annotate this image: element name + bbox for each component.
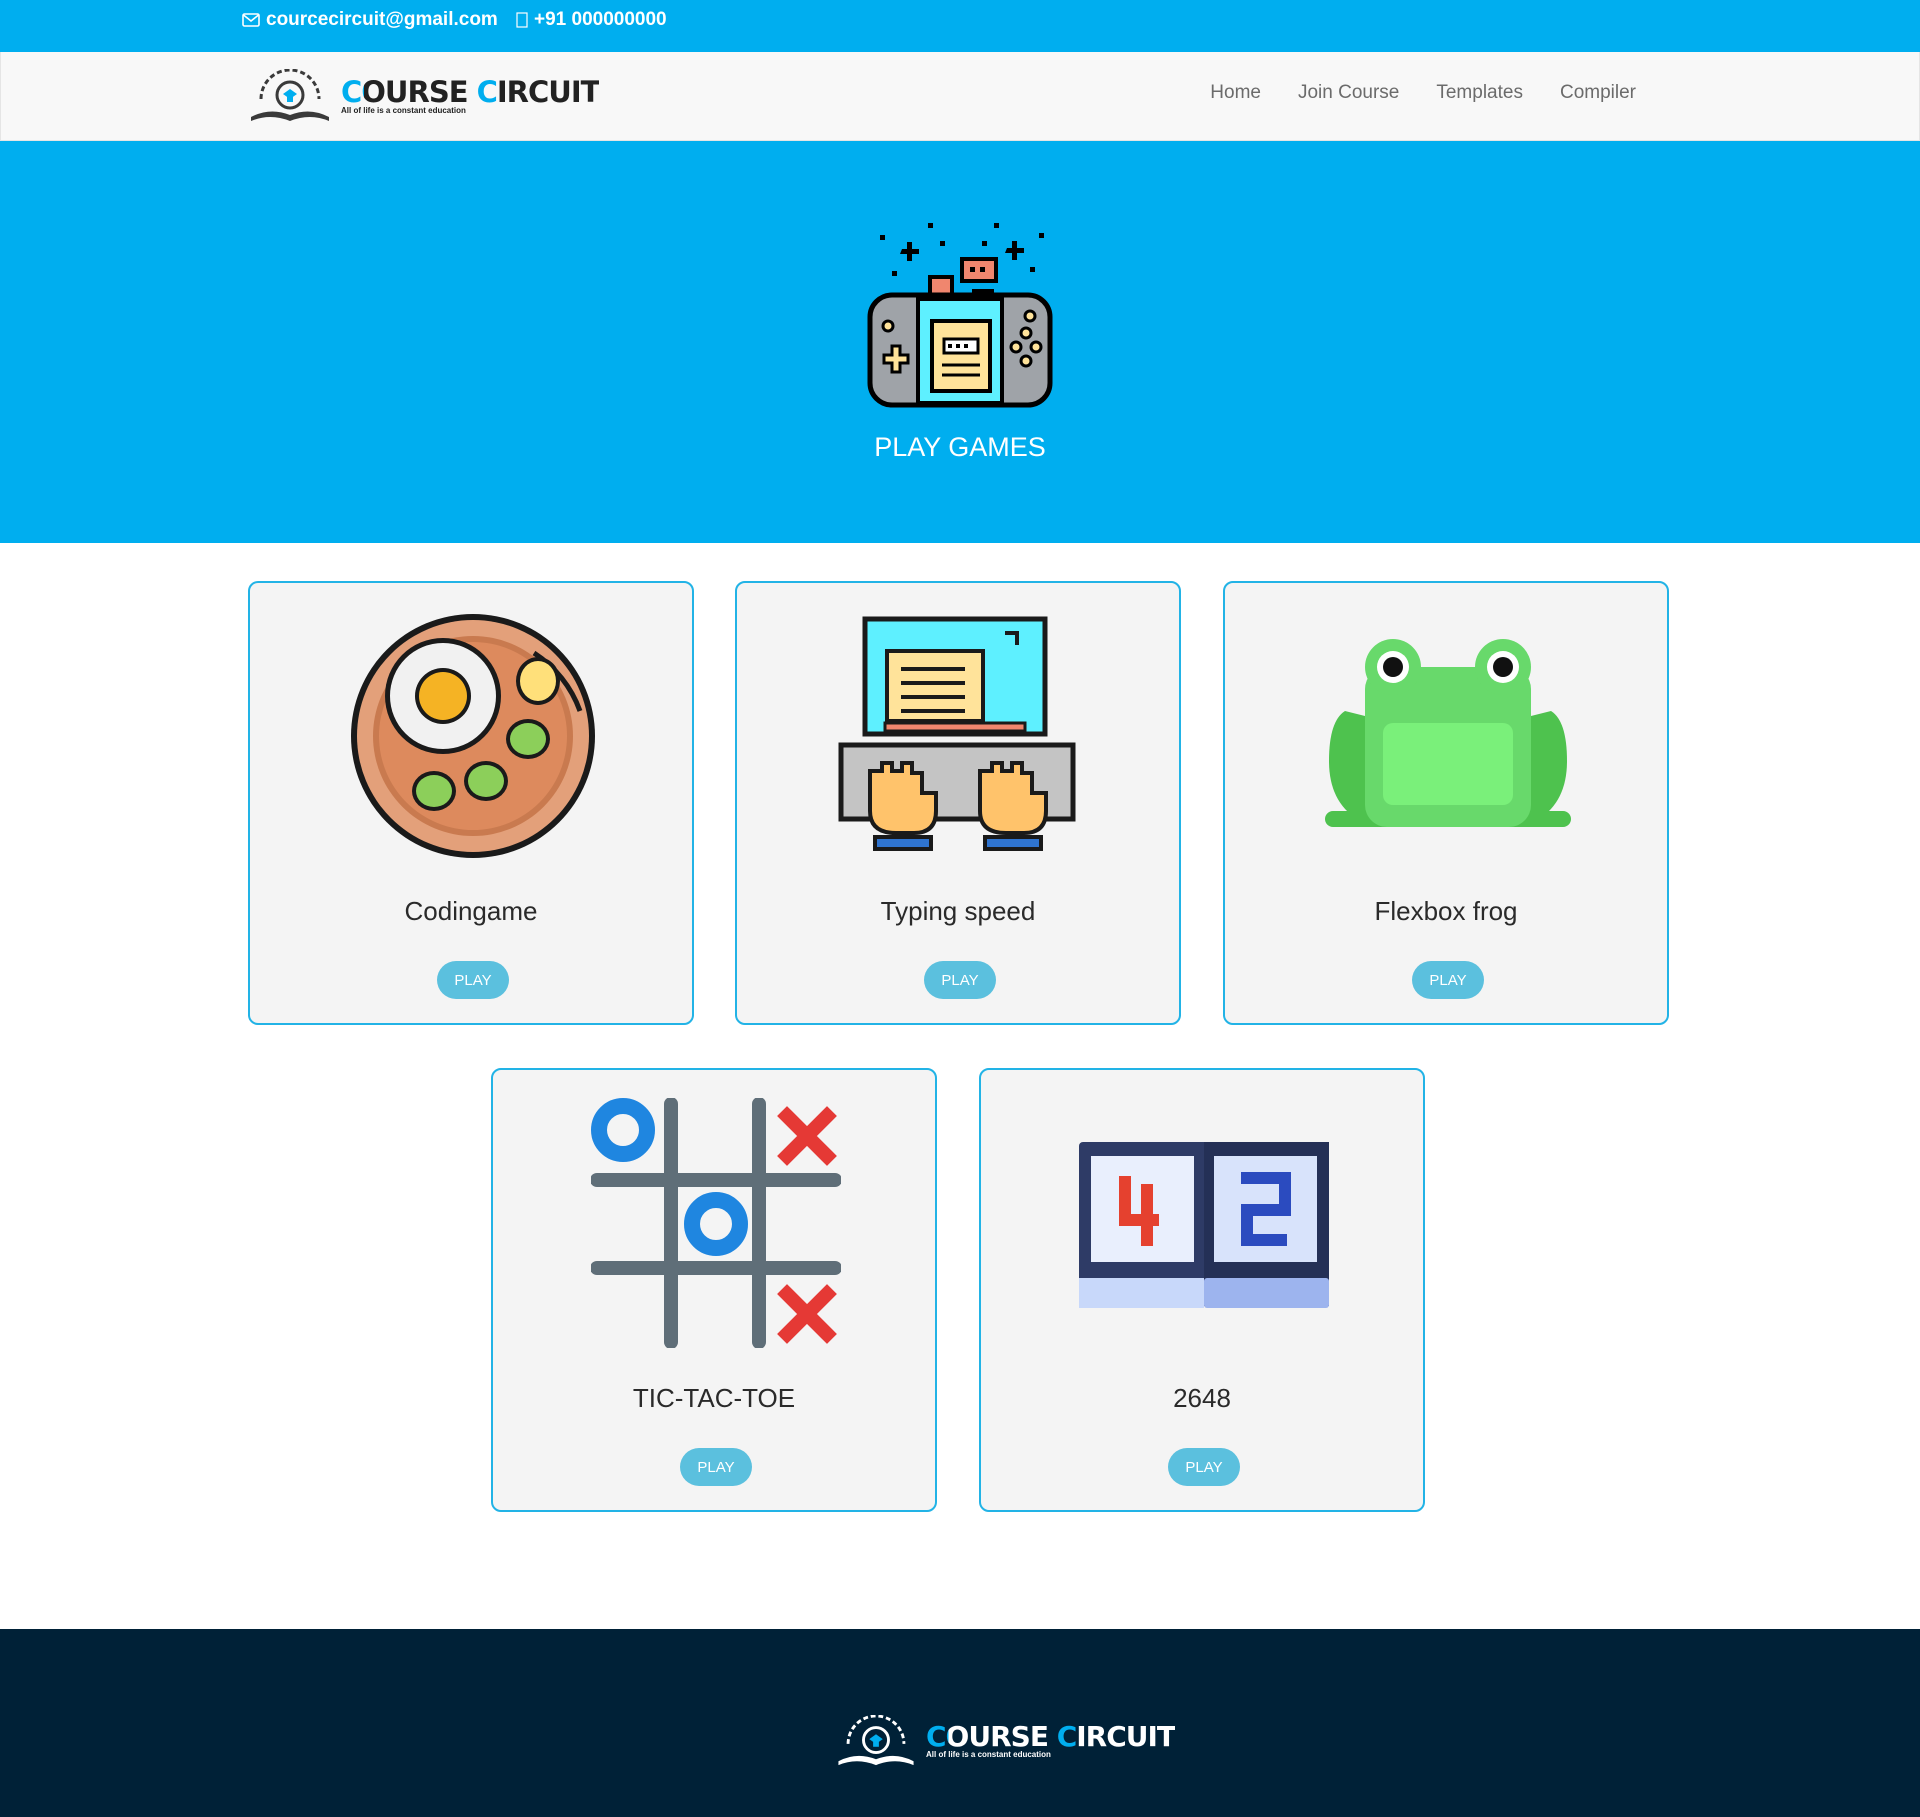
- envelope-icon: [242, 13, 260, 27]
- email-contact[interactable]: courcecircuit@gmail.com: [242, 9, 498, 31]
- play-button-typing-speed[interactable]: PLAY: [924, 961, 996, 999]
- top-contact-bar: courcecircuit@gmail.com +91 000000000: [0, 0, 1920, 52]
- site-logo[interactable]: Course Circuit All of life is a constant…: [247, 69, 600, 123]
- logo-emblem-icon: [251, 69, 329, 121]
- play-button-codingame[interactable]: PLAY: [437, 961, 509, 999]
- game-title: Codingame: [404, 896, 538, 926]
- nav-compiler[interactable]: Compiler: [1560, 82, 1636, 104]
- nav-join-course[interactable]: Join Course: [1298, 82, 1399, 104]
- navbar: Course Circuit All of life is a constant…: [0, 52, 1920, 141]
- frog-icon: [1325, 639, 1571, 827]
- hero-banner: PLAY GAMES: [0, 141, 1920, 543]
- typing-computer-icon: [838, 616, 1076, 851]
- brand-name: Course Circuit: [341, 74, 600, 109]
- game-title: Flexbox frog: [1374, 896, 1518, 926]
- phone-text: +91 000000000: [534, 9, 667, 30]
- play-button-tic-tac-toe[interactable]: PLAY: [680, 1448, 752, 1486]
- game-card-2648: 2648 PLAY: [979, 1068, 1425, 1512]
- game-card-codingame: Codingame PLAY: [248, 581, 694, 1025]
- game-title: 2648: [1173, 1383, 1231, 1413]
- game-title: TIC-TAC-TOE: [632, 1383, 796, 1413]
- nav-templates[interactable]: Templates: [1436, 82, 1523, 104]
- hero-title: PLAY GAMES: [874, 432, 1046, 462]
- phone-contact[interactable]: +91 000000000: [516, 9, 667, 31]
- footer-brand-tagline: All of life is a constant education: [926, 1750, 1051, 1759]
- footer: Course Circuit All of life is a constant…: [0, 1629, 1920, 1817]
- email-text: courcecircuit@gmail.com: [266, 9, 498, 30]
- play-button-flexbox-frog[interactable]: PLAY: [1412, 961, 1484, 999]
- brand-tagline: All of life is a constant education: [341, 105, 466, 115]
- scoreboard-icon: [1079, 1142, 1329, 1308]
- footer-brand-name: Course Circuit: [926, 1720, 1176, 1753]
- footer-logo[interactable]: Course Circuit All of life is a constant…: [834, 1715, 1176, 1767]
- brand-name-text: Course Circuit: [341, 74, 600, 109]
- handheld-console-icon: [867, 223, 1053, 408]
- phone-icon: [516, 12, 528, 28]
- logo-emblem-icon: [838, 1715, 914, 1766]
- play-button-2648[interactable]: PLAY: [1168, 1448, 1240, 1486]
- game-card-flexbox-frog: Flexbox frog PLAY: [1223, 581, 1669, 1025]
- game-card-tic-tac-toe: TIC-TAC-TOE PLAY: [491, 1068, 937, 1512]
- game-card-typing-speed: Typing speed PLAY: [735, 581, 1181, 1025]
- food-plate-icon: [351, 614, 595, 858]
- nav-home[interactable]: Home: [1210, 82, 1261, 104]
- tic-tac-toe-icon: [591, 1098, 841, 1348]
- game-title: Typing speed: [880, 896, 1036, 926]
- footer-brand-name-text: Course Circuit: [926, 1720, 1176, 1753]
- main-nav: Home Join Course Templates Compiler: [1173, 82, 1636, 104]
